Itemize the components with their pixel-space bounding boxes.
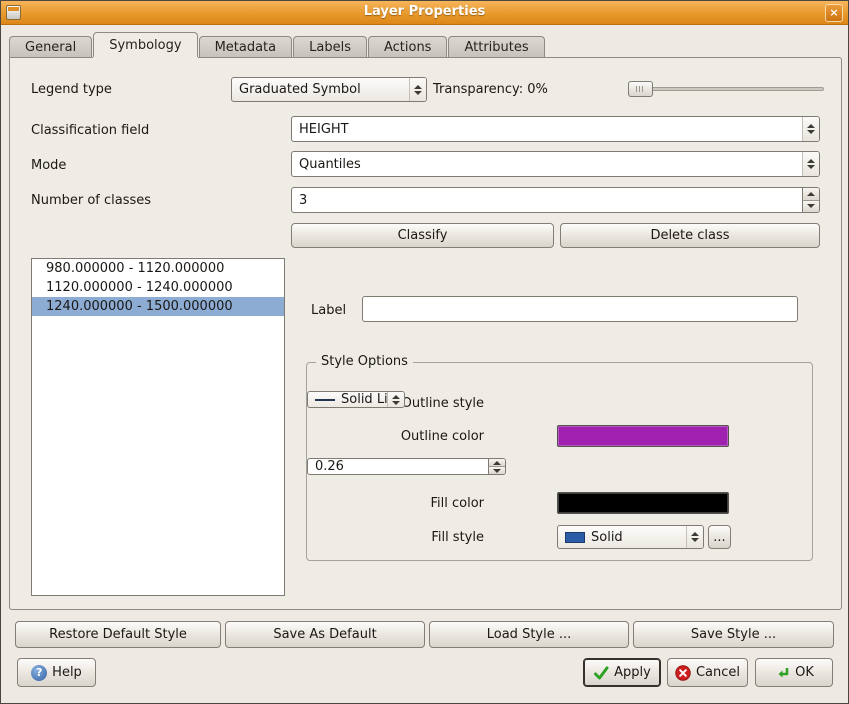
number-of-classes-label: Number of classes: [31, 193, 151, 208]
load-style-label: Load Style ...: [487, 627, 572, 642]
classification-field-value: HEIGHT: [299, 122, 819, 137]
spin-down-icon[interactable]: [802, 201, 819, 213]
outline-color-label: Outline color: [307, 429, 484, 444]
apply-button-label: Apply: [614, 665, 651, 680]
spin-up-icon[interactable]: [488, 459, 505, 467]
tab-attributes[interactable]: Attributes: [448, 36, 544, 57]
delete-class-button-label: Delete class: [650, 228, 729, 243]
classify-button-label: Classify: [398, 228, 448, 243]
label-input[interactable]: [363, 302, 797, 317]
style-options-group: Style Options Outline style Solid Line O…: [306, 362, 813, 561]
fill-color-label: Fill color: [307, 496, 484, 511]
load-style-button[interactable]: Load Style ...: [429, 621, 629, 648]
class-list-item[interactable]: 1120.000000 - 1240.000000: [32, 278, 284, 297]
chevron-updown-icon: [409, 78, 426, 101]
transparency-slider[interactable]: [628, 81, 824, 97]
outline-style-combo[interactable]: Solid Line: [307, 391, 405, 408]
label-input-wrap: [362, 296, 798, 322]
legend-type-combo[interactable]: Graduated Symbol: [231, 77, 427, 102]
fill-color-swatch[interactable]: [557, 492, 729, 514]
legend-type-value: Graduated Symbol: [239, 82, 426, 97]
mode-label: Mode: [31, 158, 66, 173]
titlebar: Layer Properties ×: [1, 1, 848, 25]
number-of-classes-spinner[interactable]: [291, 187, 820, 213]
tab-general[interactable]: General: [9, 36, 92, 57]
classify-button[interactable]: Classify: [291, 223, 554, 248]
ok-button[interactable]: OK: [755, 658, 833, 687]
delete-class-button[interactable]: Delete class: [560, 223, 820, 248]
cancel-button[interactable]: Cancel: [667, 658, 748, 687]
outline-width-input[interactable]: [308, 459, 505, 474]
window-title: Layer Properties: [1, 4, 848, 19]
save-style-button[interactable]: Save Style ...: [633, 621, 834, 648]
restore-default-style-label: Restore Default Style: [49, 627, 187, 642]
save-style-label: Save Style ...: [691, 627, 776, 642]
tab-bar: General Symbology Metadata Labels Action…: [9, 32, 840, 57]
style-options-title: Style Options: [316, 354, 413, 369]
class-list: 980.000000 - 1120.000000 1120.000000 - 1…: [31, 258, 285, 596]
fill-style-more-label: ...: [713, 530, 725, 545]
outline-color-swatch[interactable]: [557, 425, 729, 447]
transparency-label: Transparency: 0%: [433, 82, 548, 97]
chevron-updown-icon: [686, 526, 703, 548]
spin-up-icon[interactable]: [802, 188, 819, 201]
classification-field-label: Classification field: [31, 123, 149, 138]
mode-value: Quantiles: [299, 157, 819, 172]
chevron-updown-icon: [802, 117, 819, 141]
label-field-label: Label: [311, 303, 346, 318]
fill-style-label: Fill style: [307, 530, 484, 545]
solid-line-icon: [315, 399, 335, 401]
number-of-classes-input[interactable]: [292, 193, 819, 208]
ok-enter-arrow-icon: [774, 665, 790, 681]
slider-groove[interactable]: [628, 87, 824, 91]
tab-labels[interactable]: Labels: [293, 36, 367, 57]
class-list-item[interactable]: 1240.000000 - 1500.000000: [32, 297, 284, 316]
layer-properties-dialog: Layer Properties × General Symbology Met…: [0, 0, 849, 704]
tab-metadata[interactable]: Metadata: [199, 36, 293, 57]
fill-style-more-button[interactable]: ...: [708, 525, 731, 549]
chevron-updown-icon: [802, 152, 819, 176]
class-list-item[interactable]: 980.000000 - 1120.000000: [32, 259, 284, 278]
apply-check-icon: [593, 665, 609, 681]
ok-button-label: OK: [795, 665, 814, 680]
help-icon: ?: [31, 665, 47, 681]
slider-handle[interactable]: [628, 81, 653, 97]
chevron-updown-icon: [387, 392, 404, 407]
solid-fill-icon: [565, 532, 585, 543]
fill-style-combo[interactable]: Solid: [557, 525, 704, 549]
close-icon[interactable]: ×: [825, 4, 843, 22]
classification-field-combo[interactable]: HEIGHT: [291, 116, 820, 142]
save-as-default-button[interactable]: Save As Default: [225, 621, 425, 648]
cancel-button-label: Cancel: [696, 665, 740, 680]
save-as-default-label: Save As Default: [273, 627, 376, 642]
spin-down-icon[interactable]: [488, 467, 505, 474]
restore-default-style-button[interactable]: Restore Default Style: [15, 621, 221, 648]
help-button-label: Help: [52, 665, 82, 680]
tab-symbology[interactable]: Symbology: [93, 32, 197, 57]
tab-actions[interactable]: Actions: [368, 36, 448, 57]
outline-width-spinner[interactable]: [307, 458, 506, 475]
mode-combo[interactable]: Quantiles: [291, 151, 820, 177]
apply-button[interactable]: Apply: [583, 658, 661, 687]
cancel-icon: [675, 665, 691, 681]
help-button[interactable]: ? Help: [17, 658, 96, 687]
legend-type-label: Legend type: [31, 82, 112, 97]
